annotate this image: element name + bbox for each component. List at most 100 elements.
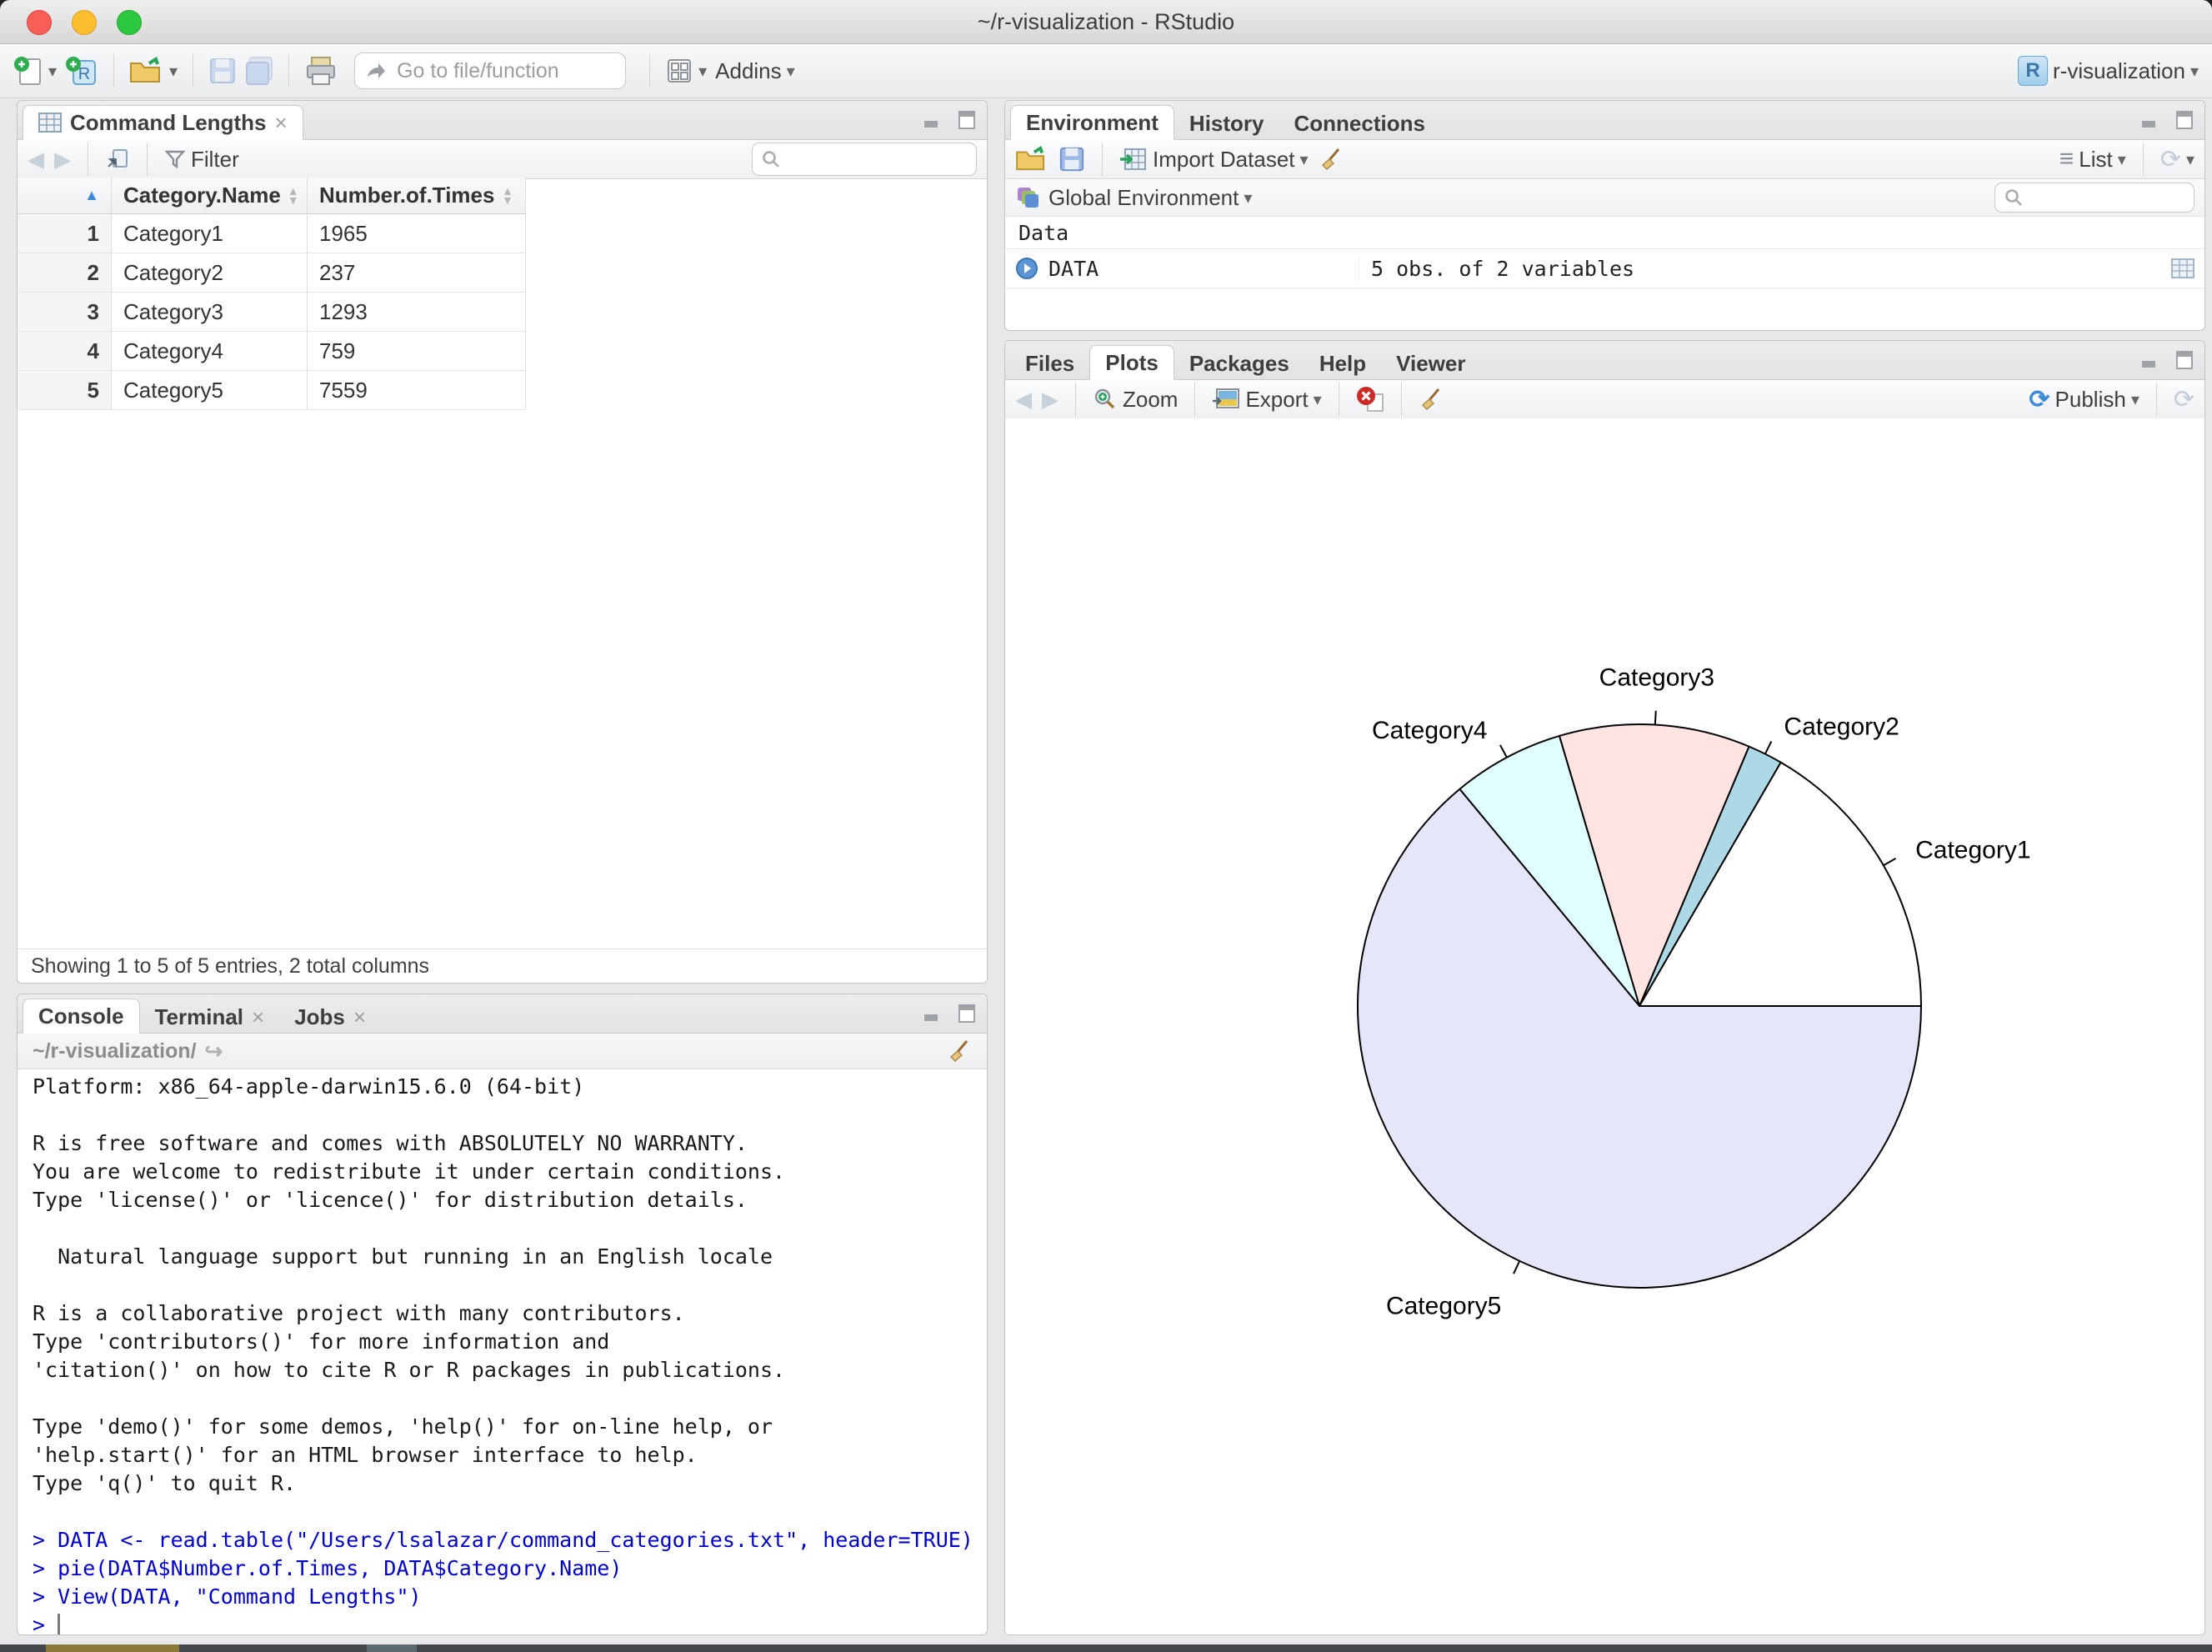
tab-packages[interactable]: Packages xyxy=(1174,348,1304,379)
table-cell[interactable]: Category1 xyxy=(112,214,308,253)
console-line: Type 'q()' to quit R. xyxy=(33,1471,297,1495)
scope-label: Global Environment xyxy=(1048,184,1239,210)
table-row[interactable]: 5 Category5 7559 xyxy=(18,371,526,410)
table-cell[interactable]: 1965 xyxy=(308,214,526,253)
tab-label: Console xyxy=(38,1003,124,1029)
maximize-pane-icon[interactable] xyxy=(2173,351,2194,369)
tab-viewer[interactable]: Viewer xyxy=(1381,348,1480,379)
next-plot-icon[interactable]: ▶ xyxy=(1042,387,1058,413)
save-all-button[interactable] xyxy=(245,57,273,85)
table-search-input[interactable] xyxy=(788,147,949,172)
table-cell[interactable]: 1 xyxy=(18,214,112,253)
table-row[interactable]: 3 Category3 1293 xyxy=(18,293,526,332)
forward-icon[interactable]: ▶ xyxy=(54,147,71,173)
new-file-button[interactable]: ▾ xyxy=(13,54,57,88)
tab-connections[interactable]: Connections xyxy=(1279,108,1440,139)
environment-search-box[interactable] xyxy=(1994,183,2194,213)
goto-file-box[interactable] xyxy=(354,53,627,89)
refresh-button[interactable]: ⟳ ▾ xyxy=(2160,145,2194,174)
table-row[interactable]: 4 Category4 759 xyxy=(18,332,526,371)
goto-arrow-icon xyxy=(368,63,386,78)
table-row[interactable]: 1 Category1 1965 xyxy=(18,214,526,253)
project-label: r-visualization xyxy=(2053,58,2185,83)
table-cell[interactable]: Category3 xyxy=(112,293,308,332)
save-button[interactable] xyxy=(208,57,237,85)
table-cell[interactable]: Category5 xyxy=(112,371,308,410)
pie-chart: Category1 Category2 Category3 Category4 Cate… xyxy=(1357,663,2031,1320)
table-cell[interactable]: 759 xyxy=(308,332,526,371)
expand-play-icon[interactable] xyxy=(1015,257,1038,280)
console-output[interactable]: Platform: x86_64-apple-darwin15.6.0 (64-… xyxy=(18,1069,987,1634)
tab-label: Jobs xyxy=(294,1004,345,1029)
tab-jobs[interactable]: Jobs × xyxy=(279,1001,381,1033)
column-header-category-name[interactable]: Category.Name ▲ ▼ xyxy=(112,178,308,214)
minimize-pane-icon[interactable] xyxy=(923,111,945,129)
maximize-pane-icon[interactable] xyxy=(955,111,977,129)
tab-environment[interactable]: Environment xyxy=(1010,105,1174,140)
tab-files[interactable]: Files xyxy=(1010,348,1089,379)
tab-history[interactable]: History xyxy=(1174,108,1279,139)
layers-icon xyxy=(1018,188,1038,208)
broom-icon[interactable] xyxy=(1319,147,1344,172)
table-cell[interactable]: 237 xyxy=(308,253,526,293)
table-body: 1 Category1 1965 2 Category2 237 3 Category3 129… xyxy=(18,214,526,410)
table-cell[interactable]: 5 xyxy=(18,371,112,410)
table-cell[interactable]: 1293 xyxy=(308,293,526,332)
goto-file-input[interactable] xyxy=(395,58,591,84)
broom-icon[interactable] xyxy=(947,1039,972,1064)
maximize-pane-icon[interactable] xyxy=(2173,111,2194,129)
refresh-plot-icon[interactable]: ⟳ xyxy=(2174,385,2194,414)
new-project-button[interactable]: R xyxy=(65,54,98,88)
table-cell[interactable]: Category2 xyxy=(112,253,308,293)
plots-pane: Files Plots Packages Help Viewer ◀ ▶ Zoo… xyxy=(1004,340,2205,1635)
pie-label: Category4 xyxy=(1372,717,1487,744)
filter-button[interactable]: Filter xyxy=(164,147,239,173)
table-cell[interactable]: 7559 xyxy=(308,371,526,410)
environment-scope-button[interactable]: Global Environment ▾ xyxy=(1048,185,1252,211)
close-icon[interactable]: × xyxy=(353,1004,366,1030)
save-icon[interactable] xyxy=(1058,146,1085,173)
tab-command-lengths[interactable]: Command Lengths × xyxy=(23,105,303,140)
table-search-box[interactable] xyxy=(752,143,977,176)
close-icon[interactable]: × xyxy=(274,110,287,136)
print-button[interactable] xyxy=(304,56,338,86)
tab-help[interactable]: Help xyxy=(1304,348,1381,379)
publish-button[interactable]: ⟳ Publish ▾ xyxy=(2029,385,2139,414)
environment-object-row[interactable]: DATA 5 obs. of 2 variables xyxy=(1005,249,2204,288)
workspace-panes-button[interactable]: ▾ xyxy=(665,57,707,85)
view-table-icon[interactable] xyxy=(2171,258,2194,278)
maximize-pane-icon[interactable] xyxy=(955,1004,977,1023)
open-file-button[interactable]: ▾ xyxy=(129,57,178,85)
minimize-pane-icon[interactable] xyxy=(2141,351,2163,369)
column-header-number-of-times[interactable]: Number.of.Times ▲ ▼ xyxy=(308,178,526,214)
open-folder-icon[interactable] xyxy=(1015,146,1048,173)
minimize-pane-icon[interactable] xyxy=(923,1004,945,1023)
popout-icon[interactable] xyxy=(105,147,130,172)
minimize-pane-icon[interactable] xyxy=(2141,111,2163,129)
row-number-header[interactable]: ▲ xyxy=(18,178,112,214)
close-icon[interactable]: × xyxy=(252,1004,264,1030)
zoom-plot-button[interactable]: Zoom xyxy=(1093,387,1178,413)
table-cell[interactable]: 2 xyxy=(18,253,112,293)
broom-icon[interactable] xyxy=(1419,387,1444,412)
console-prompt[interactable]: > xyxy=(33,1611,987,1634)
tab-plots[interactable]: Plots xyxy=(1089,345,1174,380)
back-icon[interactable]: ◀ xyxy=(28,147,44,173)
list-view-button[interactable]: ≡ List ▾ xyxy=(2059,145,2126,173)
import-dataset-button[interactable]: Import Dataset ▾ xyxy=(1119,147,1309,173)
previous-plot-icon[interactable]: ◀ xyxy=(1015,387,1032,413)
working-directory-row[interactable]: ~/r-visualization/ ↪ xyxy=(18,1034,987,1069)
export-plot-button[interactable]: Export ▾ xyxy=(1212,387,1322,413)
project-menu-button[interactable]: R r-visualization ▾ xyxy=(2018,56,2199,86)
console-line: 'citation()' on how to cite R or R packa… xyxy=(33,1358,786,1382)
table-cell[interactable]: Category4 xyxy=(112,332,308,371)
table-cell[interactable]: 4 xyxy=(18,332,112,371)
addins-button[interactable]: Addins ▾ xyxy=(715,58,795,84)
tab-terminal[interactable]: Terminal × xyxy=(140,1001,280,1033)
remove-plot-button[interactable] xyxy=(1356,386,1384,413)
table-row[interactable]: 2 Category2 237 xyxy=(18,253,526,293)
table-cell[interactable]: 3 xyxy=(18,293,112,332)
environment-search-input[interactable] xyxy=(2030,185,2167,210)
console-tabbar: Console Terminal × Jobs × xyxy=(18,994,987,1034)
tab-console[interactable]: Console xyxy=(23,999,140,1034)
